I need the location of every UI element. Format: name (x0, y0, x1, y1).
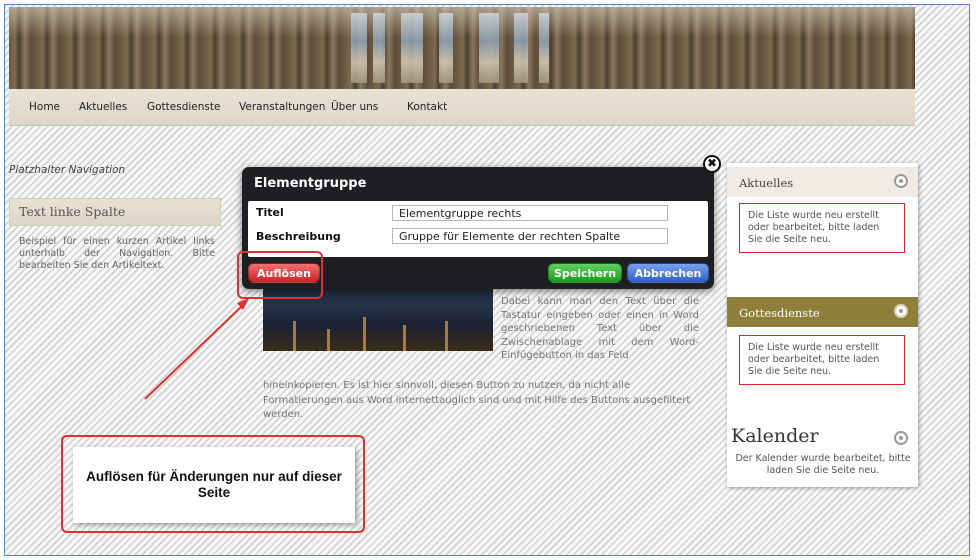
browser-viewport: Home Aktuelles Gottesdienste Veranstaltu… (4, 4, 970, 556)
annotation-text: Auflösen für Änderungen nur auf dieser S… (86, 469, 342, 500)
annotation-callout: Auflösen für Änderungen nur auf dieser S… (61, 435, 365, 533)
